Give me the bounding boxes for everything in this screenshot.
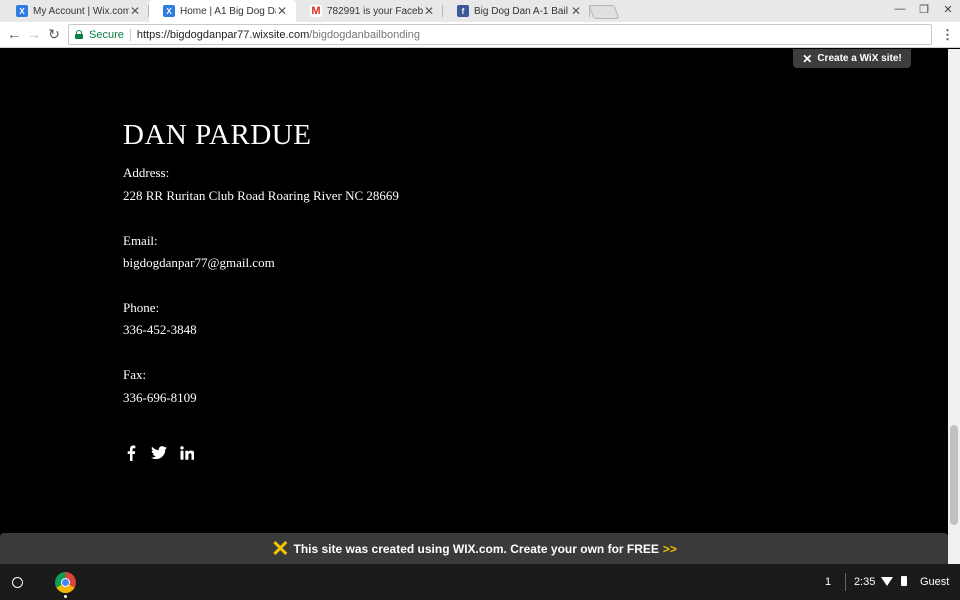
wix-footer-banner[interactable]: ✕ This site was created using WIX.com. C…	[0, 533, 948, 564]
running-indicator	[64, 595, 67, 598]
close-icon[interactable]: ✕	[423, 4, 435, 18]
page-title: DAN PARDUE	[123, 119, 312, 151]
notification-count[interactable]: 1	[825, 576, 831, 588]
facebook-icon[interactable]	[122, 444, 140, 462]
tab-facebook[interactable]: f Big Dog Dan A-1 Bail Bon ✕	[443, 0, 590, 22]
address-bar[interactable]: Secure https://bigdogdanpar77.wixsite.co…	[68, 24, 932, 45]
page-content: ✕ Create a WiX site! DAN PARDUE Address:…	[0, 49, 948, 564]
battery-icon[interactable]	[901, 576, 907, 586]
email-value[interactable]: bigdogdanpar77@gmail.com	[123, 255, 275, 271]
chrome-icon[interactable]	[55, 572, 76, 593]
secure-label: Secure	[89, 28, 124, 41]
menu-icon[interactable]: ⋮	[941, 27, 954, 43]
close-icon[interactable]: ✕	[276, 4, 288, 18]
footer-text: This site was created using WIX.com. Cre…	[293, 541, 659, 556]
close-icon[interactable]: ✕	[129, 4, 141, 18]
phone-value: 336-452-3848	[123, 322, 197, 337]
tab-label: Big Dog Dan A-1 Bail Bon	[474, 5, 570, 17]
reload-icon[interactable]: ↻	[46, 26, 62, 43]
wix-icon: X	[16, 5, 28, 17]
footer-arrows: >>	[662, 541, 677, 556]
tab-home[interactable]: X Home | A1 Big Dog Dan ✕	[149, 0, 296, 22]
tab-strip: X My Account | Wix.com ✕ X Home | A1 Big…	[0, 0, 960, 22]
facebook-icon: f	[457, 5, 469, 17]
browser-toolbar: ← → ↻ Secure https://bigdogdanpar77.wixs…	[0, 22, 960, 48]
system-shelf: 1 2:35 Guest	[0, 564, 960, 600]
tab-label: 782991 is your Facebook	[327, 5, 423, 17]
divider	[845, 573, 846, 591]
phone-label: Phone:	[123, 300, 160, 315]
wifi-icon[interactable]	[881, 577, 893, 586]
divider	[129, 28, 131, 41]
wix-icon: ✕	[802, 51, 813, 66]
address-value: 228 RR Ruritan Club Road Roaring River N…	[123, 188, 399, 203]
fax-label: Fax:	[123, 367, 147, 382]
url-path: /bigdogdanbailbonding	[309, 28, 421, 41]
linkedin-icon[interactable]	[178, 444, 196, 462]
forward-arrow-icon[interactable]: →	[26, 26, 42, 42]
tab-label: My Account | Wix.com	[33, 5, 129, 17]
close-window-icon[interactable]: ✕	[940, 3, 956, 16]
fax-value: 336-696-8109	[123, 390, 197, 405]
tab-gmail[interactable]: M 782991 is your Facebook ✕	[296, 0, 443, 22]
wix-icon: X	[163, 5, 175, 17]
wix-icon: ✕	[271, 535, 290, 561]
close-icon[interactable]: ✕	[570, 4, 582, 18]
user-label[interactable]: Guest	[920, 576, 949, 588]
new-tab-button[interactable]	[588, 5, 620, 19]
restore-icon[interactable]: ❐	[916, 3, 932, 16]
wix-badge-label: Create a WiX site!	[817, 53, 902, 64]
clock[interactable]: 2:35	[854, 576, 875, 588]
launcher-icon[interactable]	[12, 577, 23, 588]
tab-label: Home | A1 Big Dog Dan	[180, 5, 276, 17]
scrollbar[interactable]	[948, 49, 960, 564]
lock-icon	[75, 30, 83, 39]
back-arrow-icon[interactable]: ←	[6, 26, 22, 42]
address-label: Address:	[123, 165, 170, 180]
tab-my-account[interactable]: X My Account | Wix.com ✕	[2, 0, 149, 22]
url-host: https://bigdogdanpar77.wixsite.com	[136, 28, 310, 41]
email-label: Email:	[123, 233, 158, 248]
scrollbar-thumb[interactable]	[950, 425, 958, 525]
create-wix-site-badge[interactable]: ✕ Create a WiX site!	[793, 49, 911, 68]
twitter-icon[interactable]	[150, 444, 168, 462]
minimize-icon[interactable]: —	[892, 3, 908, 15]
gmail-icon: M	[310, 5, 322, 17]
